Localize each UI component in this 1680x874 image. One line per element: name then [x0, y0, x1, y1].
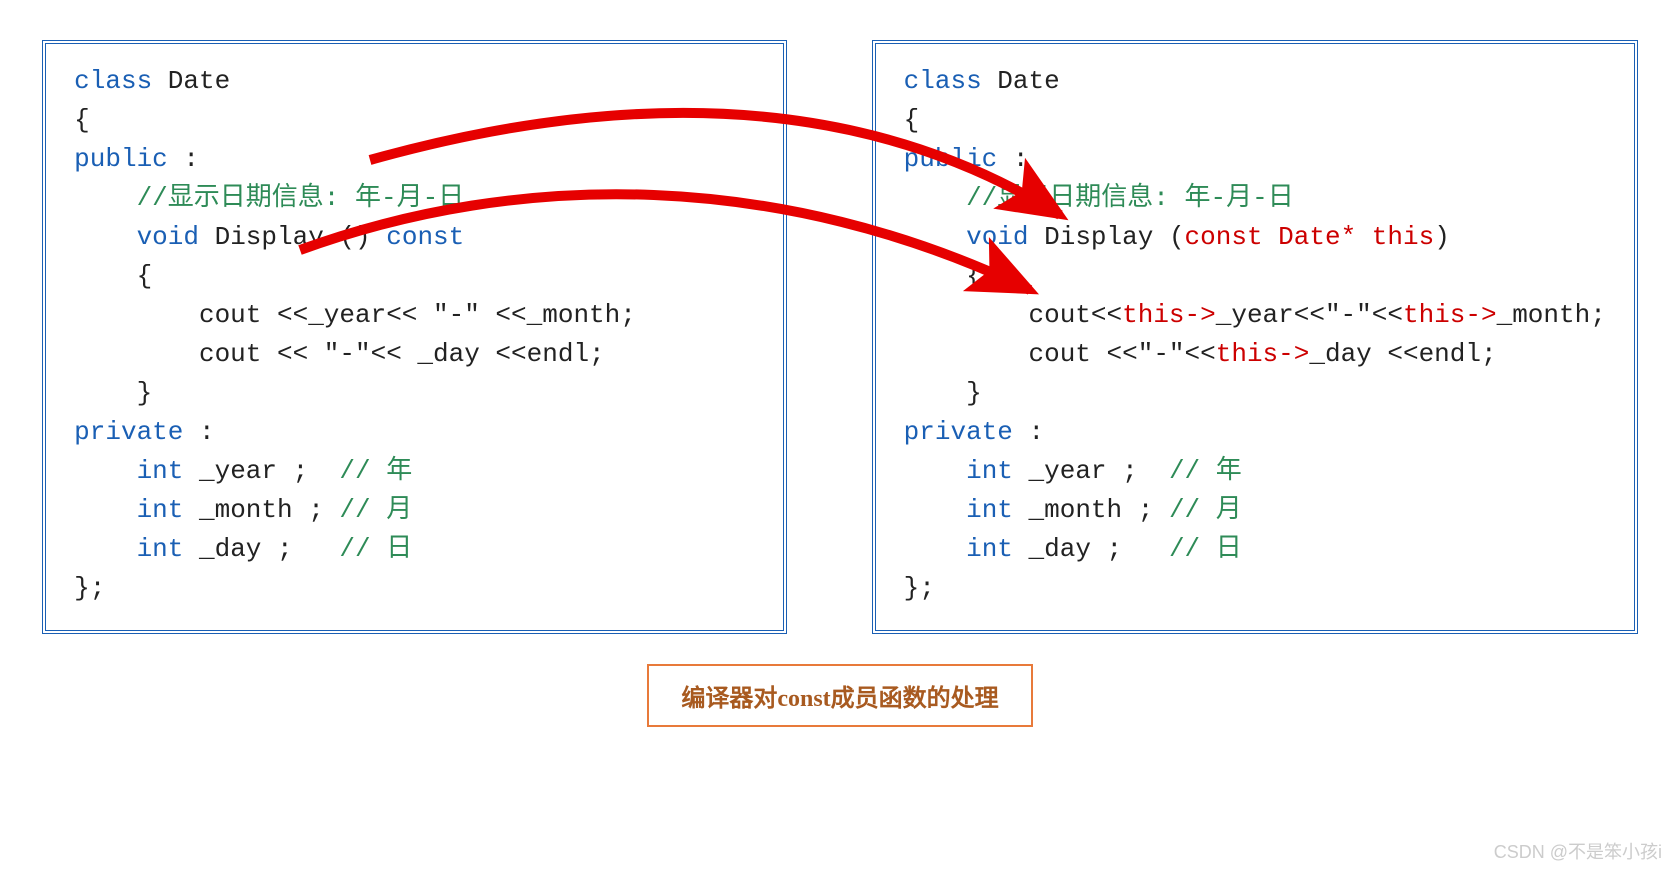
comment-day: // 日: [339, 534, 412, 564]
this-ptr: this->: [1216, 339, 1310, 369]
brace-open: {: [74, 105, 90, 135]
func-sig: Display (): [199, 222, 386, 252]
class-name: Date: [152, 66, 230, 96]
comment-line: //显示日期信息: 年-月-日: [904, 183, 1294, 213]
kw-int: int: [137, 534, 184, 564]
kw-int: int: [966, 495, 1013, 525]
brace-close: };: [74, 573, 105, 603]
kw-int: int: [966, 456, 1013, 486]
class-name: Date: [982, 66, 1060, 96]
cout-line: cout << "-"<< _day <<endl;: [74, 339, 605, 369]
comment-day: // 日: [1169, 534, 1242, 564]
this-ptr: this->: [1403, 300, 1497, 330]
left-code-box: class Date { public : //显示日期信息: 年-月-日 vo…: [42, 40, 787, 634]
comment-month: // 月: [339, 495, 412, 525]
kw-class: class: [904, 66, 982, 96]
cout-line: cout <<_year<< "-" <<_month;: [74, 300, 636, 330]
kw-class: class: [74, 66, 152, 96]
kw-int: int: [137, 495, 184, 525]
kw-private: private: [904, 417, 1013, 447]
kw-int: int: [137, 456, 184, 486]
comment-year: // 年: [339, 456, 412, 486]
right-code-box: class Date { public : //显示日期信息: 年-月-日 vo…: [872, 40, 1638, 634]
comment-line: //显示日期信息: 年-月-日: [74, 183, 464, 213]
comment-year: // 年: [1169, 456, 1242, 486]
kw-public: public: [74, 144, 168, 174]
kw-int: int: [966, 534, 1013, 564]
comment-month: // 月: [1169, 495, 1242, 525]
diagram-container: class Date { public : //显示日期信息: 年-月-日 vo…: [30, 40, 1650, 634]
kw-public: public: [904, 144, 998, 174]
caption-label: 编译器对const成员函数的处理: [647, 664, 1032, 727]
watermark-text: CSDN @不是笨小孩i: [1494, 838, 1662, 864]
const-this-param: const Date* this: [1185, 222, 1435, 252]
kw-private: private: [74, 417, 183, 447]
kw-const: const: [386, 222, 464, 252]
kw-void: void: [137, 222, 199, 252]
this-ptr: this->: [1122, 300, 1216, 330]
kw-void: void: [966, 222, 1028, 252]
